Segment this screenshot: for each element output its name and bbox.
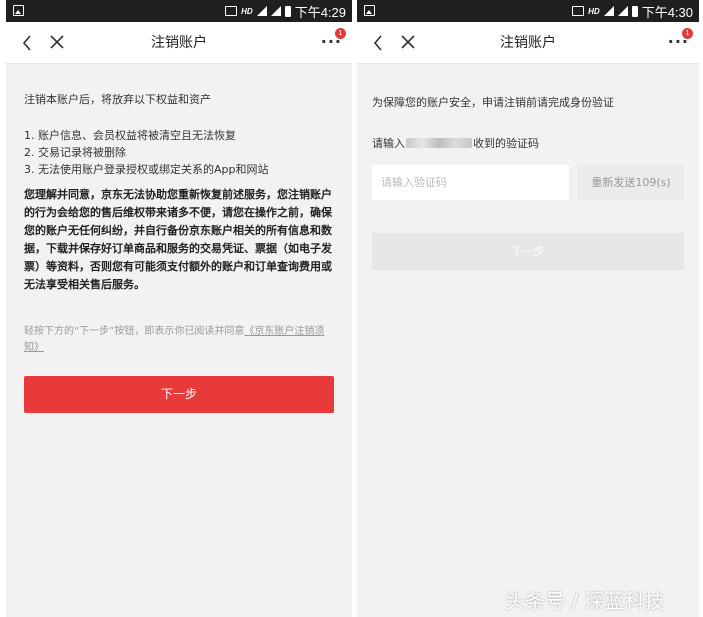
notification-badge: 1 bbox=[335, 28, 346, 39]
code-row: 重新发送109(s) bbox=[372, 165, 684, 200]
page-title: 注销账户 bbox=[151, 35, 207, 51]
next-step-button-disabled[interactable]: 下一步 bbox=[372, 233, 684, 270]
image-notification-icon bbox=[13, 5, 24, 16]
next-step-button[interactable]: 下一步 bbox=[24, 376, 334, 413]
notification-badge: 1 bbox=[682, 28, 693, 39]
cast-icon bbox=[572, 6, 585, 16]
nav-bar: 注销账户 ··· 1 bbox=[357, 22, 699, 64]
enter-code-prefix: 请输入 bbox=[372, 137, 405, 150]
watermark: 头条号 / 深蓝科技 bbox=[505, 589, 665, 613]
verification-content: 为保障您的账户安全，申请注销前请完成身份验证 请输入 收到的验证码 重新发送109… bbox=[357, 94, 699, 270]
enter-code-suffix: 收到的验证码 bbox=[473, 137, 539, 150]
warning-text: 您理解并同意，京东无法协助您重新恢复前述服务，您注销账户的行为会给您的售后维权带… bbox=[24, 188, 332, 291]
verification-code-input[interactable] bbox=[372, 165, 569, 200]
list-item: 3. 无法使用账户登录授权或绑定关系的App和网站 bbox=[24, 163, 269, 176]
image-notification-icon bbox=[364, 5, 375, 16]
list-item: 1. 账户信息、会员权益将被清空且无法恢复 bbox=[24, 129, 236, 142]
list-item: 2. 交易记录将被删除 bbox=[24, 146, 126, 159]
signal-icon-2 bbox=[270, 6, 281, 16]
hd-indicator: HD bbox=[588, 6, 600, 16]
resend-code-button[interactable]: 重新发送109(s) bbox=[578, 165, 684, 200]
signal-icon bbox=[256, 6, 267, 16]
consequence-list: 1. 账户信息、会员权益将被清空且无法恢复 2. 交易记录将被删除 3. 无法使… bbox=[24, 127, 334, 178]
status-bar: HD 下午4:29 bbox=[6, 0, 352, 22]
masked-phone-number bbox=[406, 138, 472, 148]
hd-indicator: HD bbox=[241, 6, 253, 16]
agreement-text: 轻按下方的“下一步”按钮，即表示你已阅读并同意《京东账户注销须知》 bbox=[24, 324, 334, 356]
verification-notice: 为保障您的账户安全，申请注销前请完成身份验证 bbox=[372, 96, 614, 109]
agreement-prefix: 轻按下方的“下一步”按钮，即表示你已阅读并同意 bbox=[24, 326, 245, 337]
right-phone-screen: HD 下午4:30 注销账户 ··· 1 为保障您的账户安全，申请注销前请完成身… bbox=[357, 0, 699, 617]
page-title: 注销账户 bbox=[500, 35, 556, 51]
cancellation-content: 注销本账户后，将放弃以下权益和资产 1. 账户信息、会员权益将被清空且无法恢复 … bbox=[6, 91, 352, 413]
enter-code-hint: 请输入 收到的验证码 bbox=[372, 135, 684, 151]
left-phone-screen: HD 下午4:29 注销账户 ··· 1 注销本账户后，将放弃以下权益和资产 1… bbox=[6, 0, 352, 617]
status-time: 下午4:30 bbox=[641, 4, 693, 20]
signal-icon-2 bbox=[617, 6, 628, 16]
battery-icon bbox=[631, 5, 638, 17]
status-time: 下午4:29 bbox=[294, 4, 346, 20]
intro-text: 注销本账户后，将放弃以下权益和资产 bbox=[24, 93, 211, 106]
signal-icon bbox=[603, 6, 614, 16]
battery-icon bbox=[284, 5, 291, 17]
status-bar: HD 下午4:30 bbox=[357, 0, 699, 22]
screenshot-composite: HD 下午4:29 注销账户 ··· 1 注销本账户后，将放弃以下权益和资产 1… bbox=[0, 0, 703, 617]
cast-icon bbox=[225, 6, 238, 16]
nav-bar: 注销账户 ··· 1 bbox=[6, 22, 352, 64]
